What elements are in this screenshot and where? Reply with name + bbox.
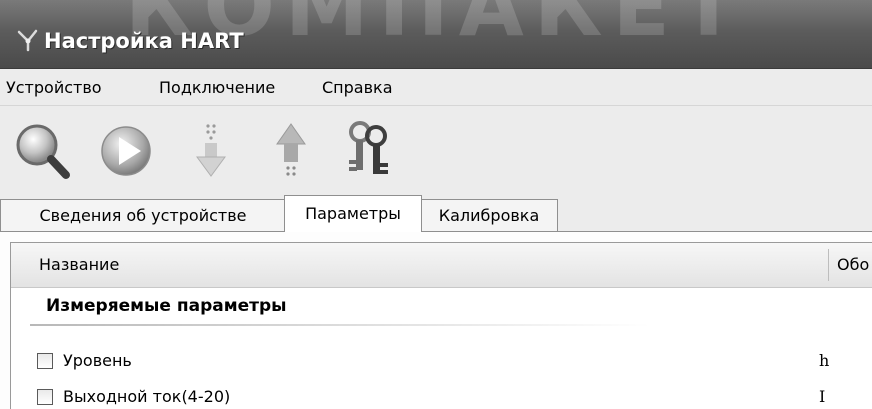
row-symbol: I [819,387,826,406]
keys-icon[interactable] [338,118,398,182]
parameters-panel: Название Обо Измеряемые параметры Уровен… [0,232,872,409]
row-checkbox[interactable] [37,389,53,405]
column-symbol-header[interactable]: Обо [837,255,869,274]
row-checkbox[interactable] [37,353,53,369]
row-label: Уровень [63,351,132,370]
play-icon[interactable] [96,118,156,182]
search-icon[interactable] [12,118,72,182]
row-symbol: h [819,351,830,370]
column-separator[interactable] [828,249,829,281]
main-window: КОМПАКЕТ Настройка HART Устройство Подкл… [0,0,872,409]
menu-help[interactable]: Справка [322,78,393,97]
list-item[interactable]: Выходной ток(4-20) I [37,387,872,409]
tab-calibration[interactable]: Калибровка [420,199,558,232]
title-bar[interactable]: КОМПАКЕТ Настройка HART [0,0,872,69]
list-header: Название Обо [11,243,872,288]
menu-device[interactable]: Устройство [6,78,102,97]
toolbar [0,106,872,190]
list-item[interactable]: Уровень h [37,351,872,373]
row-label: Выходной ток(4-20) [63,387,231,406]
app-icon [17,29,38,52]
group-title: Измеряемые параметры [46,296,287,316]
group-divider [30,324,650,326]
tab-strip: Сведения об устройстве Параметры Калибро… [0,190,872,232]
menu-bar: Устройство Подключение Справка [0,69,872,106]
upload-icon[interactable] [262,118,322,182]
download-icon[interactable] [182,118,242,182]
tab-device-info[interactable]: Сведения об устройстве [0,199,286,232]
menu-connection[interactable]: Подключение [159,78,275,97]
window-title: Настройка HART [44,29,244,53]
tab-parameters[interactable]: Параметры [284,195,422,232]
column-name-header[interactable]: Название [39,255,119,274]
